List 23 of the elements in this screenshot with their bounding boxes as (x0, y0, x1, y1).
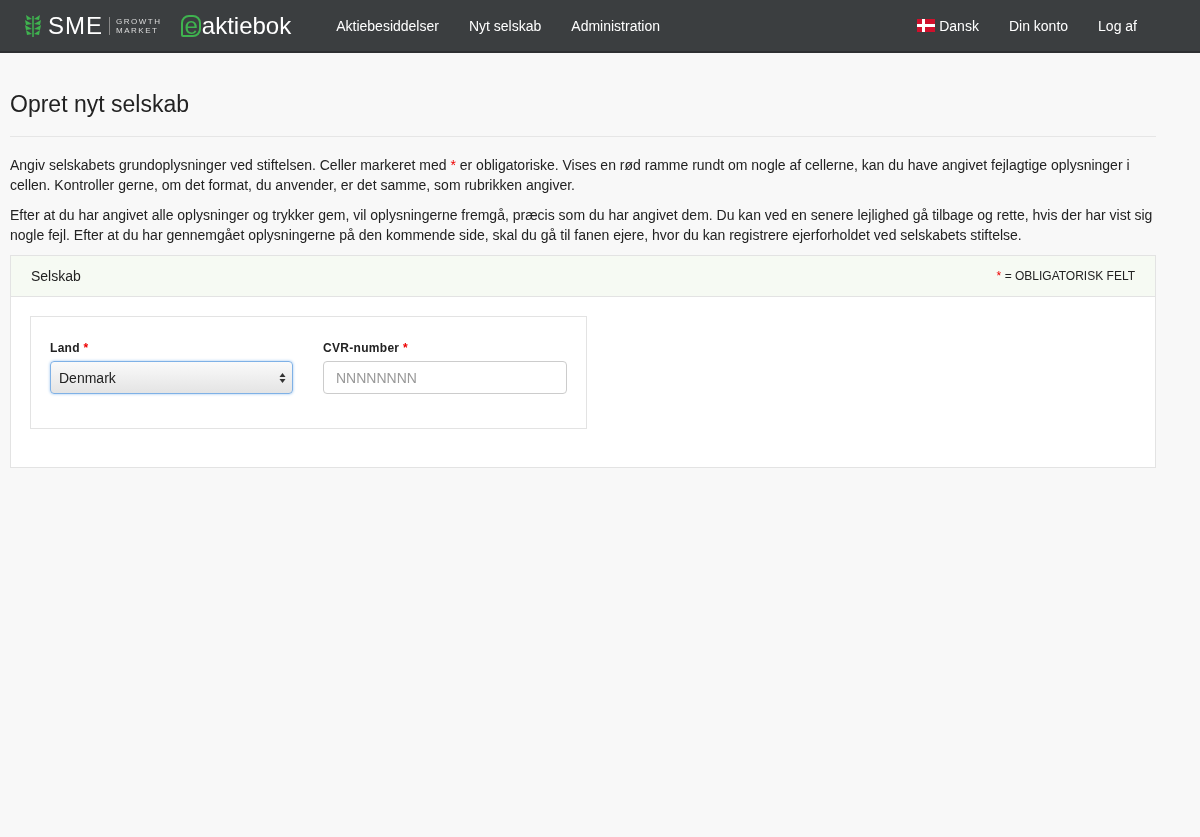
language-link[interactable]: Dansk (902, 17, 994, 34)
product-logo-mark: e (181, 14, 201, 37)
brand-name: SME (48, 11, 103, 40)
country-select[interactable]: Denmark (50, 361, 293, 394)
nav-link[interactable]: Aktiebesiddelser (321, 17, 454, 34)
brand-tagline: MARKET (116, 25, 160, 35)
danish-flag-icon (917, 19, 936, 32)
leaf-logo-icon (24, 13, 42, 38)
info-paragraph: Efter at du har angivet alle oplysninger og trykker gem, vil oplysningerne fremgå, præcis som du har angivet dem. Du kan ved en senere lejlighed gå tilbage og rette, hvis der har vist sig nogle fejl. Efter at du har gennemgået oplysningerne på den kommende side, skal du gå til fanen ejere, hvor du kan registrere ejerforholdet ved selskabets stiftelse. (10, 206, 1154, 245)
panel-title: Selskab (31, 268, 81, 284)
page-title: Opret nyt selskab (10, 91, 1156, 137)
field-label: CVR-number * (323, 341, 409, 355)
nav-link[interactable]: Administration (556, 17, 675, 34)
product-name: aktiebok (201, 11, 292, 40)
required-legend: * = OBLIGATORISK FELT (996, 269, 1135, 283)
cvr-input-field[interactable]: NNNNNNNN (323, 361, 567, 394)
nav-link[interactable]: Nyt selskab (453, 17, 557, 34)
nav-link[interactable]: Log af (1083, 17, 1152, 34)
brand-tagline: GROWTH (116, 16, 162, 26)
field-label: Land * (50, 341, 90, 355)
nav-link[interactable]: Din konto (993, 17, 1084, 34)
intro-paragraph: Angiv selskabets grundoplysninger ved stiftelsen. Celler markeret med * er obligatoriske. Vises en rød ramme rundt om nogle af cellerne, kan du have angivet fejlagtige oplysninger i cellen. Kontroller gerne, om det format, du anvender, er det samme, som rubrikken angiver. (10, 156, 1131, 195)
select-arrows-icon (279, 371, 286, 384)
